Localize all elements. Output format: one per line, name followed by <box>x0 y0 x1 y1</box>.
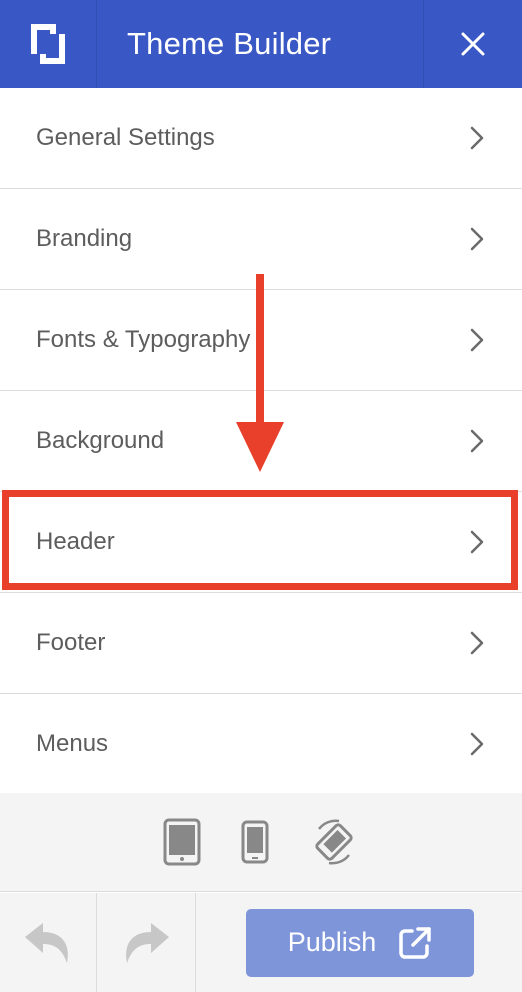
undo-button[interactable] <box>0 893 97 992</box>
rotate-icon <box>315 819 353 865</box>
close-icon <box>461 32 485 56</box>
tablet-icon <box>163 818 201 866</box>
menu-item-label: Header <box>36 528 115 555</box>
menu-item-label: General Settings <box>36 124 215 151</box>
chevron-right-icon <box>468 731 486 757</box>
undo-icon <box>25 922 68 963</box>
tablet-preview-button[interactable] <box>163 818 201 866</box>
redo-button[interactable] <box>97 893 196 992</box>
chevron-right-icon <box>468 630 486 656</box>
menu-item-label: Background <box>36 427 165 454</box>
menu-item-label: Footer <box>36 629 106 656</box>
menu-item-fonts-typography[interactable]: Fonts & Typography <box>0 290 522 391</box>
chevron-right-icon <box>468 125 486 151</box>
theme-builder-header: Theme Builder <box>0 0 522 88</box>
chevron-right-icon <box>468 529 486 555</box>
publish-label: Publish <box>287 927 377 957</box>
menu-item-menus[interactable]: Menus <box>0 694 522 795</box>
theme-logo-icon <box>31 24 65 64</box>
publish-button[interactable]: Publish <box>246 908 474 977</box>
menu-item-branding[interactable]: Branding <box>0 189 522 290</box>
footer-toolbar: Publish <box>0 893 522 992</box>
phone-preview-button[interactable] <box>241 820 269 864</box>
chevron-right-icon <box>468 327 486 353</box>
redo-icon <box>126 922 169 963</box>
chevron-right-icon <box>468 226 486 252</box>
settings-menu: General Settings Branding Fonts & Typogr… <box>0 88 522 795</box>
chevron-right-icon <box>468 428 486 454</box>
header-title: Theme Builder <box>127 26 332 61</box>
menu-item-label: Menus <box>36 730 109 757</box>
menu-item-label: Branding <box>36 225 133 252</box>
menu-item-general-settings[interactable]: General Settings <box>0 88 522 189</box>
menu-item-header[interactable]: Header <box>0 492 522 593</box>
menu-item-label: Fonts & Typography <box>36 326 251 353</box>
external-link-icon <box>399 926 432 959</box>
rotate-preview-button[interactable] <box>309 817 359 867</box>
menu-item-footer[interactable]: Footer <box>0 593 522 694</box>
logo-cell <box>0 0 97 88</box>
device-preview-bar <box>0 793 522 892</box>
publish-wrap: Publish <box>196 908 522 977</box>
phone-icon <box>241 820 269 864</box>
close-button[interactable] <box>423 0 522 88</box>
menu-item-background[interactable]: Background <box>0 391 522 492</box>
